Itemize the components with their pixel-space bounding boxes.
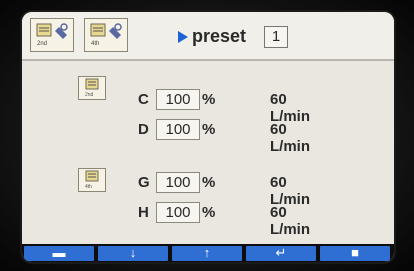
percent-unit: %: [202, 174, 216, 191]
menu-bar-icon: ▬: [52, 245, 66, 260]
arrow-up-icon: ↑: [203, 245, 211, 260]
lcd-screen: 2nd 4th preset 1 2nd C 100 % 60 L/min D …: [22, 12, 394, 262]
flow-rate: 60 L/min: [270, 204, 310, 238]
down-button[interactable]: ↓: [98, 245, 168, 261]
section-icon-label: 2nd: [85, 92, 94, 98]
percent-unit: %: [202, 204, 216, 221]
flow-rate: 60 L/min: [270, 91, 310, 125]
menu-button[interactable]: ▬: [24, 245, 94, 261]
percent-input[interactable]: 100: [156, 89, 200, 110]
up-button[interactable]: ↑: [172, 245, 242, 261]
machine-2nd-icon[interactable]: 2nd: [30, 18, 74, 52]
machine-4th-icon: 4th: [78, 168, 106, 192]
flow-rate: 60 L/min: [270, 121, 310, 155]
arrow-down-icon: ↓: [129, 245, 137, 260]
channel-letter: G: [138, 174, 150, 191]
percent-input[interactable]: 100: [156, 119, 200, 140]
mode-label-4th: 4th: [91, 41, 100, 47]
enter-icon: ↵: [275, 245, 287, 260]
machine-2nd-icon: 2nd: [78, 76, 106, 100]
machine-4th-icon[interactable]: 4th: [84, 18, 128, 52]
percent-input[interactable]: 100: [156, 172, 200, 193]
channel-letter: H: [138, 204, 149, 221]
camera-button[interactable]: ■: [320, 245, 390, 261]
enter-button[interactable]: ↵: [246, 245, 316, 261]
camera-icon: ■: [351, 245, 359, 260]
preset-value-field[interactable]: 1: [264, 26, 288, 48]
flow-rate: 60 L/min: [270, 174, 310, 208]
percent-unit: %: [202, 91, 216, 108]
mode-label-2nd: 2nd: [37, 41, 48, 47]
play-arrow-icon: [178, 31, 188, 43]
preset-label: preset: [192, 26, 247, 46]
header-bar: 2nd 4th preset 1: [22, 12, 394, 61]
softkey-bar: ▬ ↓ ↑ ↵ ■: [22, 244, 394, 262]
section-icon-label: 4th: [85, 184, 92, 190]
channel-letter: D: [138, 121, 149, 138]
channel-letter: C: [138, 91, 149, 108]
percent-input[interactable]: 100: [156, 202, 200, 223]
percent-unit: %: [202, 121, 216, 138]
